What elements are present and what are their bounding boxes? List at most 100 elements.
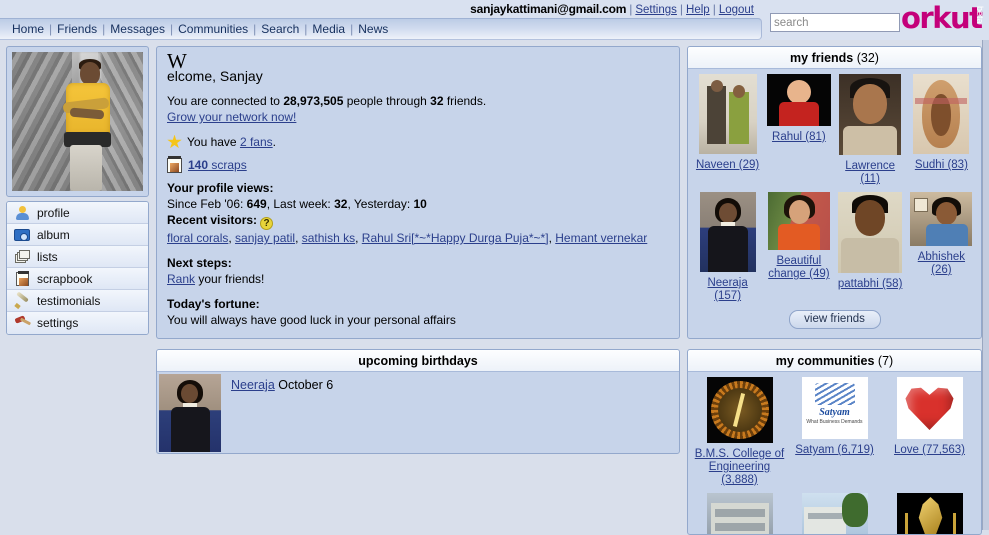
separator: | xyxy=(102,22,106,36)
sidebar-item-album[interactable]: album xyxy=(7,224,148,246)
next-steps-label: Next steps: xyxy=(167,256,232,270)
logout-link[interactable]: Logout xyxy=(719,4,754,16)
nav-friends[interactable]: Friends xyxy=(57,22,97,36)
community-name-link[interactable]: B.M.S. College of Engineering (3,888) xyxy=(694,448,785,487)
hammer-icon xyxy=(14,315,32,331)
scrapbook-icon xyxy=(14,270,32,287)
friend-item[interactable]: Sudhi (83) xyxy=(906,74,977,192)
friend-name-link[interactable]: Beautiful change (49) xyxy=(765,255,832,281)
friend-name-link[interactable]: Rahul (81) xyxy=(765,131,832,144)
sidebar-item-settings[interactable]: settings xyxy=(7,312,148,334)
community-icon[interactable] xyxy=(706,493,773,534)
community-item[interactable] xyxy=(787,493,882,534)
visitor-link[interactable]: Hemant vernekar xyxy=(555,231,647,245)
friend-name-link[interactable]: Sudhi (83) xyxy=(908,159,975,172)
top-bar: sanjaykattimani@gmail.com | Settings | Help |… xyxy=(0,0,989,40)
friend-item[interactable]: pattabhi (58) xyxy=(835,192,906,309)
friend-avatar[interactable] xyxy=(766,74,831,126)
nav-messages[interactable]: Messages xyxy=(110,22,165,36)
friend-name-link[interactable]: Neeraja (157) xyxy=(694,277,761,303)
scraps-count-link[interactable]: 140 xyxy=(188,158,208,172)
nav-news[interactable]: News xyxy=(358,22,388,36)
sidebar-item-testimonials[interactable]: testimonials xyxy=(7,290,148,312)
community-item[interactable] xyxy=(882,493,977,534)
views-yesterday-value: 10 xyxy=(413,197,427,211)
heart-icon[interactable] xyxy=(896,377,963,439)
scraps-label-link[interactable]: scraps xyxy=(208,158,246,172)
communities-panel: my communities (7) B.M.S. College of Eng… xyxy=(687,349,982,535)
community-name-link[interactable]: Love (77,563) xyxy=(884,444,975,457)
birthdays-panel: upcoming birthdays Neeraja October 6 xyxy=(156,349,680,454)
community-item[interactable]: B.M.S. College of Engineering (3,888) xyxy=(692,377,787,493)
separator: | xyxy=(629,2,633,16)
profile-views-stats: Since Feb '06: 649, Last week: 32, Yeste… xyxy=(167,197,427,211)
birthday-name-link[interactable]: Neeraja xyxy=(231,378,275,392)
view-friends-button[interactable]: view friends xyxy=(788,310,881,329)
sidebar-item-label: scrapbook xyxy=(37,271,93,286)
friend-item[interactable]: Rahul (81) xyxy=(763,74,834,192)
friend-name-link[interactable]: Naveen (29) xyxy=(694,159,761,172)
friend-name-link[interactable]: Abhishek (26) xyxy=(908,251,975,277)
sidebar-item-lists[interactable]: lists xyxy=(7,246,148,268)
friend-avatar[interactable] xyxy=(699,192,756,272)
visitor-link[interactable]: Rahul Sri[*~*Happy Durga Puja*~*] xyxy=(362,231,549,245)
next-steps-line: Rank your friends! xyxy=(167,272,265,286)
search-input[interactable] xyxy=(770,13,900,32)
fortune-label: Today's fortune: xyxy=(167,297,260,311)
friend-name-link[interactable]: Lawrence (11) xyxy=(837,160,904,186)
sidebar-item-scrapbook[interactable]: scrapbook xyxy=(7,268,148,290)
grow-network-link[interactable]: Grow your network now! xyxy=(167,110,296,124)
community-item[interactable] xyxy=(692,493,787,534)
fortune-block: Today's fortune: You will always have go… xyxy=(167,296,669,328)
community-item[interactable]: Satyam What Business Demands Satyam (6,7… xyxy=(787,377,882,493)
community-icon[interactable] xyxy=(706,377,773,443)
friend-avatar[interactable] xyxy=(910,192,973,246)
account-bar: sanjaykattimani@gmail.com | Settings | Help |… xyxy=(0,1,760,18)
birthday-entry: Neeraja October 6 xyxy=(221,374,333,451)
star-icon xyxy=(167,134,182,149)
friend-avatar[interactable] xyxy=(913,74,970,154)
friend-item[interactable]: Beautiful change (49) xyxy=(763,192,834,309)
nav-media[interactable]: Media xyxy=(312,22,345,36)
sidebar-item-label: profile xyxy=(37,205,70,220)
next-steps-block: Next steps: Rank your friends! xyxy=(167,255,669,287)
birthday-avatar[interactable] xyxy=(159,374,221,452)
friend-name-link[interactable]: pattabhi (58) xyxy=(837,278,904,291)
community-item[interactable]: Love (77,563) xyxy=(882,377,977,493)
friend-avatar[interactable] xyxy=(767,192,830,250)
settings-link[interactable]: Settings xyxy=(635,4,677,16)
birthday-date: October 6 xyxy=(278,378,334,392)
community-icon[interactable] xyxy=(801,493,868,534)
help-icon[interactable]: ? xyxy=(260,217,274,230)
separator: | xyxy=(350,22,354,36)
community-icon[interactable]: Satyam What Business Demands xyxy=(801,377,868,439)
visitor-link[interactable]: sathish ks xyxy=(302,231,355,245)
nav-communities[interactable]: Communities xyxy=(178,22,248,36)
friend-item[interactable]: Neeraja (157) xyxy=(692,192,763,309)
main-navigation: Home | Friends | Messages | Communities | Search… xyxy=(0,18,762,40)
fans-link[interactable]: 2 fans xyxy=(240,135,273,149)
profile-photo[interactable] xyxy=(12,52,143,191)
camera-icon xyxy=(14,227,32,243)
sidebar-item-profile[interactable]: profile xyxy=(7,202,148,224)
nav-home[interactable]: Home xyxy=(12,22,44,36)
friend-item[interactable]: Abhishek (26) xyxy=(906,192,977,309)
person-icon xyxy=(14,205,32,221)
help-link[interactable]: Help xyxy=(686,4,710,16)
page-scrollbar[interactable] xyxy=(982,40,989,530)
right-sidebar: my friends (32) Naveen (29) Rahul (81) L… xyxy=(687,46,982,535)
orkut-logo[interactable]: orkut xyxy=(901,2,983,34)
visitor-link[interactable]: floral corals xyxy=(167,231,228,245)
friend-avatar[interactable] xyxy=(698,74,757,154)
visitor-link[interactable]: sanjay patil xyxy=(235,231,295,245)
community-name-link[interactable]: Satyam (6,719) xyxy=(789,444,880,457)
community-icon[interactable] xyxy=(896,493,963,534)
friend-avatar[interactable] xyxy=(839,74,902,155)
friend-item[interactable]: Lawrence (11) xyxy=(835,74,906,192)
separator: | xyxy=(169,22,174,36)
rank-link[interactable]: Rank xyxy=(167,272,195,286)
friend-avatar[interactable] xyxy=(838,192,903,273)
welcome-panel: Welcome, Sanjay You are connected to 28,… xyxy=(156,46,680,339)
friend-item[interactable]: Naveen (29) xyxy=(692,74,763,192)
nav-search[interactable]: Search xyxy=(261,22,299,36)
